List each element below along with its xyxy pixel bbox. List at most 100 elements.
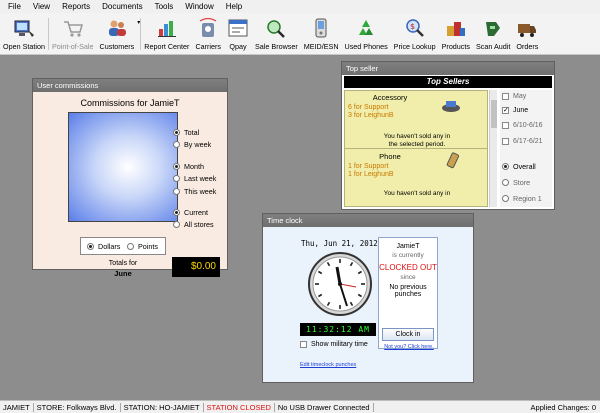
radio-points[interactable]: Points	[127, 242, 158, 251]
qpay-icon	[227, 17, 249, 39]
status-user: JAMIET	[0, 402, 34, 412]
radio-dot	[173, 209, 180, 216]
clock-in-button[interactable]: Clock in	[382, 328, 434, 341]
products-icon	[445, 17, 467, 39]
radio-dot	[87, 243, 94, 250]
checkmark-icon: ✓	[502, 107, 509, 114]
status-station-state: STATION CLOSED	[204, 402, 275, 412]
not-you-link[interactable]: Not you? Click here.	[379, 344, 439, 350]
open-station-button[interactable]: Open Station	[0, 13, 48, 51]
sale-browser-icon	[265, 17, 287, 39]
radio-dot	[173, 141, 180, 148]
checkbox-box	[502, 122, 509, 129]
checkbox-6-10-6-16[interactable]: 6/10-6/16	[502, 122, 543, 129]
carriers-icon	[197, 17, 219, 39]
orders-icon	[516, 17, 538, 39]
top-sellers-list: Accessory 6 for Support 3 for LeighunB Y…	[344, 90, 488, 207]
analog-clock-icon	[307, 251, 373, 319]
report-center-icon	[156, 17, 178, 39]
point-of-sale-button[interactable]: Point-of-Sale	[49, 13, 97, 51]
menu-reports[interactable]: Reports	[62, 2, 90, 11]
phone-icon	[443, 152, 461, 172]
list-item[interactable]: Phone 1 for Support 1 for LeighunB You h…	[345, 150, 487, 206]
totals-value: $0.00	[172, 257, 220, 277]
clock-user: JamieT	[396, 243, 420, 250]
show-military-time-checkbox[interactable]: Show military time	[300, 341, 368, 348]
used-phones-button[interactable]: Used Phones	[342, 13, 391, 51]
scan-audit-button[interactable]: Scan Audit	[473, 13, 513, 51]
digital-clock: 11:32:12 AM	[300, 323, 376, 336]
top-sellers-header: Top Sellers	[344, 76, 552, 88]
scrollbar-thumb[interactable]	[491, 100, 497, 128]
meid-esn-button[interactable]: MEID/ESN	[301, 13, 342, 51]
radio-current-store[interactable]: Current	[173, 208, 208, 217]
radio-dot	[127, 243, 134, 250]
clock-status: CLOCKED OUT	[379, 263, 437, 272]
accessory-icon	[440, 99, 462, 115]
totals-month: June	[114, 269, 132, 278]
radio-dot	[502, 179, 509, 186]
orders-button[interactable]: Orders	[513, 13, 541, 51]
panel-title[interactable]: Time clock	[263, 214, 473, 227]
checkbox-june[interactable]: ✓ June	[502, 107, 528, 114]
time-clock-body: Thu, Jun 21, 2012 11:32:12 AM Show milit…	[263, 227, 473, 382]
units-group: Dollars Points	[80, 237, 166, 255]
time-clock-panel: Time clock Thu, Jun 21, 2012 11:32:12 AM…	[262, 213, 474, 383]
carriers-button[interactable]: Carriers	[192, 13, 224, 51]
checkbox-6-17-6-21[interactable]: 6/17-6/21	[502, 138, 543, 145]
checkbox-box	[502, 93, 509, 100]
panel-title[interactable]: User commissions	[33, 79, 227, 92]
radio-dollars[interactable]: Dollars	[87, 242, 120, 251]
menu-file[interactable]: File	[8, 2, 21, 11]
recycle-icon	[355, 17, 377, 39]
radio-dot	[173, 163, 180, 170]
radio-dot	[502, 195, 509, 202]
radio-store[interactable]: Store	[502, 178, 530, 187]
svg-text:$: $	[410, 22, 415, 31]
menu-tools[interactable]: Tools	[155, 2, 174, 11]
main-toolbar: Open Station Point-of-Sale Customers ▾ R…	[0, 13, 600, 55]
status-usb: No USB Drawer Connected	[275, 402, 374, 412]
report-center-button[interactable]: Report Center	[141, 13, 192, 51]
checkbox-may[interactable]: May	[502, 93, 526, 100]
price-lookup-button[interactable]: $ Price Lookup	[391, 13, 439, 51]
top-seller-body: Top Sellers Accessory 6 for Support 3 fo…	[342, 75, 554, 209]
radio-dot	[502, 163, 509, 170]
status-station: STATION: HO-JAMIET	[121, 402, 204, 412]
customers-icon	[106, 17, 128, 39]
status-bar: JAMIET STORE: Folkways Blvd. STATION: HO…	[0, 400, 600, 413]
menu-view[interactable]: View	[33, 2, 50, 11]
phone-icon	[310, 17, 332, 39]
sale-browser-button[interactable]: Sale Browser	[252, 13, 301, 51]
scan-audit-icon	[482, 17, 504, 39]
radio-month[interactable]: Month	[173, 162, 204, 171]
products-button[interactable]: Products	[439, 13, 473, 51]
panel-title[interactable]: Top seller	[342, 62, 554, 75]
radio-total[interactable]: Total	[173, 128, 199, 137]
top-sellers-scrollbar[interactable]	[489, 90, 497, 207]
radio-overall[interactable]: Overall	[502, 162, 536, 171]
radio-all-stores[interactable]: All stores	[173, 220, 214, 229]
qpay-button[interactable]: Qpay	[224, 13, 252, 51]
radio-this-week[interactable]: This week	[173, 187, 216, 196]
top-seller-panel: Top seller Top Sellers Accessory 6 for S…	[341, 61, 555, 210]
list-item[interactable]: Accessory 6 for Support 3 for LeighunB Y…	[345, 91, 487, 149]
menu-window[interactable]: Window	[185, 2, 213, 11]
edit-timeclock-link[interactable]: Edit timeclock punches	[300, 362, 356, 368]
menu-documents[interactable]: Documents	[102, 2, 142, 11]
radio-dot	[173, 175, 180, 182]
commissions-body: Commissions for JamieT Total By week Mon…	[33, 92, 227, 278]
radio-dot	[173, 221, 180, 228]
current-date: Thu, Jun 21, 2012	[301, 239, 378, 248]
commissions-heading: Commissions for JamieT	[80, 98, 180, 108]
open-station-icon	[13, 17, 35, 39]
menu-help[interactable]: Help	[226, 2, 242, 11]
radio-by-week[interactable]: By week	[173, 140, 211, 149]
customers-button[interactable]: Customers	[97, 13, 138, 51]
radio-region-1[interactable]: Region 1	[502, 194, 542, 203]
user-commissions-panel: User commissions Commissions for JamieT …	[32, 78, 228, 278]
radio-last-week[interactable]: Last week	[173, 174, 216, 183]
status-applied-changes: Applied Changes: 0	[530, 402, 596, 412]
checkbox-box	[502, 138, 509, 145]
radio-dot	[173, 129, 180, 136]
